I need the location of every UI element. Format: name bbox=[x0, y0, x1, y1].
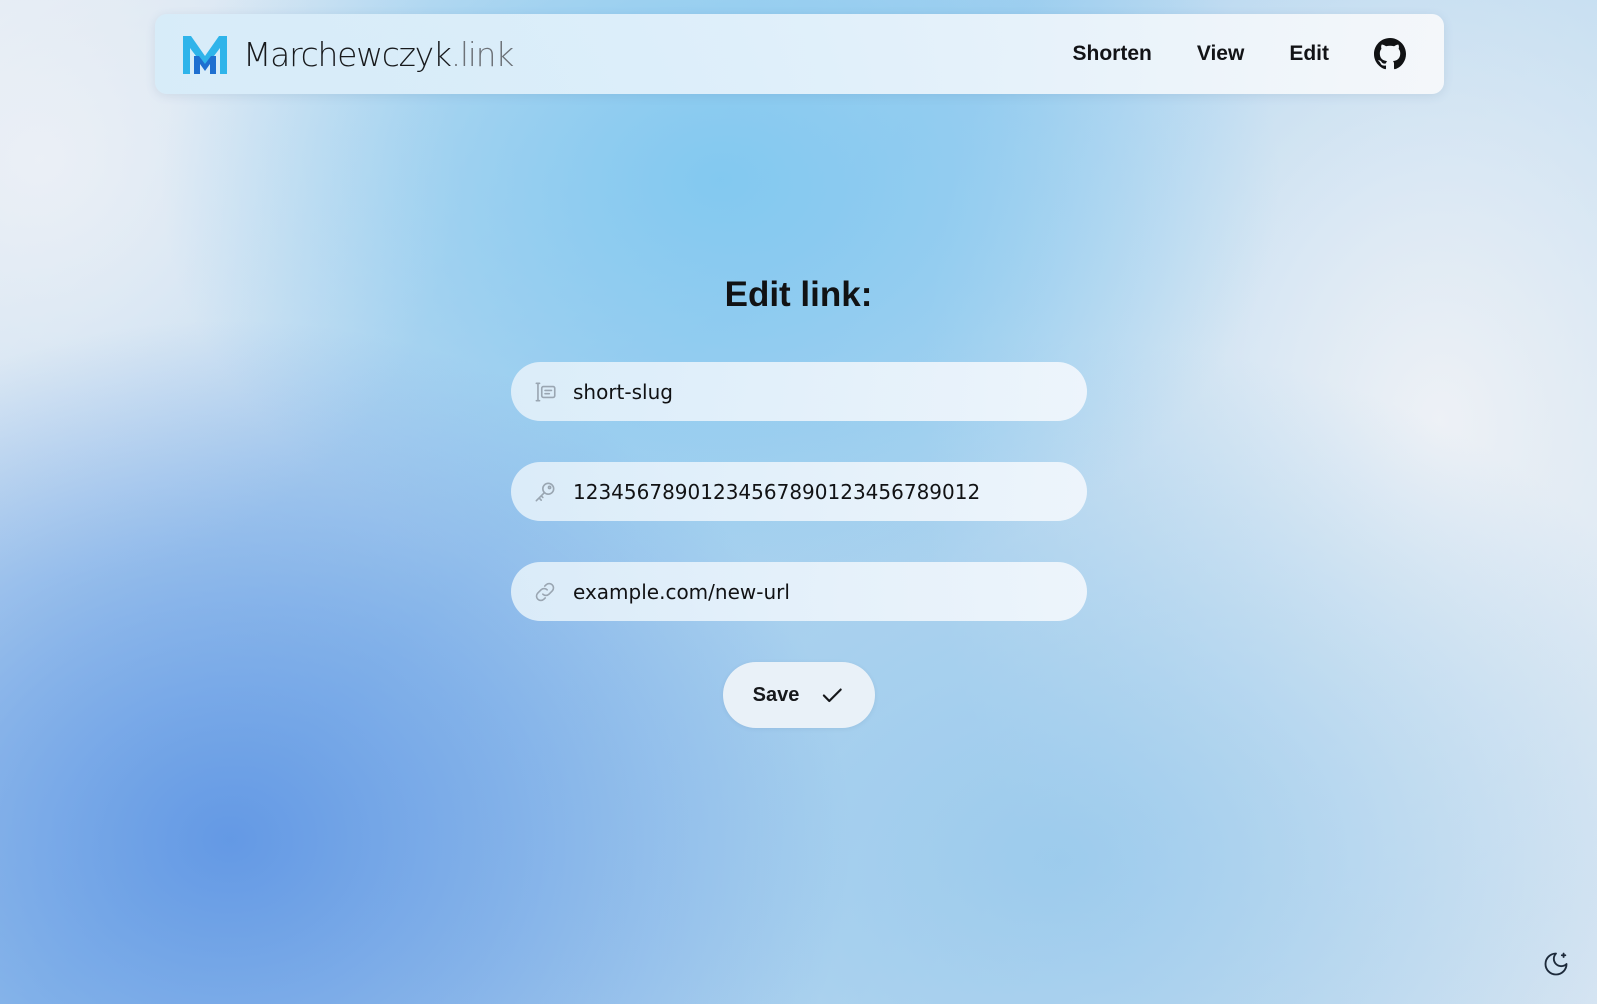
nav-links: Shorten View Edit bbox=[1073, 14, 1406, 94]
brand-name-tld: .link bbox=[450, 34, 515, 74]
slug-field bbox=[511, 362, 1087, 421]
github-icon bbox=[1374, 38, 1406, 70]
brand-logo-icon bbox=[183, 36, 227, 74]
theme-toggle-button[interactable] bbox=[1542, 950, 1570, 978]
text-cursor-icon bbox=[532, 379, 558, 405]
url-field bbox=[511, 562, 1087, 621]
nav-edit-link[interactable]: Edit bbox=[1289, 42, 1329, 66]
slug-input[interactable] bbox=[573, 362, 1067, 421]
brand-name: Marchewczyk.link bbox=[243, 34, 515, 74]
brand-home-link[interactable]: Marchewczyk.link bbox=[181, 30, 515, 78]
moon-icon bbox=[1544, 952, 1568, 976]
save-button[interactable]: Save bbox=[723, 662, 875, 728]
nav-view-link[interactable]: View bbox=[1197, 42, 1244, 66]
key-input[interactable] bbox=[573, 462, 1067, 521]
key-icon bbox=[532, 479, 558, 505]
brand-name-main: Marchewczyk bbox=[243, 34, 452, 74]
save-button-label: Save bbox=[752, 683, 800, 706]
page-title: Edit link: bbox=[724, 275, 873, 314]
github-link[interactable] bbox=[1374, 38, 1406, 70]
check-icon bbox=[823, 688, 843, 703]
key-field bbox=[511, 462, 1087, 521]
nav-shorten-link[interactable]: Shorten bbox=[1073, 42, 1152, 66]
link-icon bbox=[532, 579, 558, 605]
url-input[interactable] bbox=[573, 562, 1067, 621]
navbar: Marchewczyk.link Shorten View Edit bbox=[155, 14, 1444, 94]
